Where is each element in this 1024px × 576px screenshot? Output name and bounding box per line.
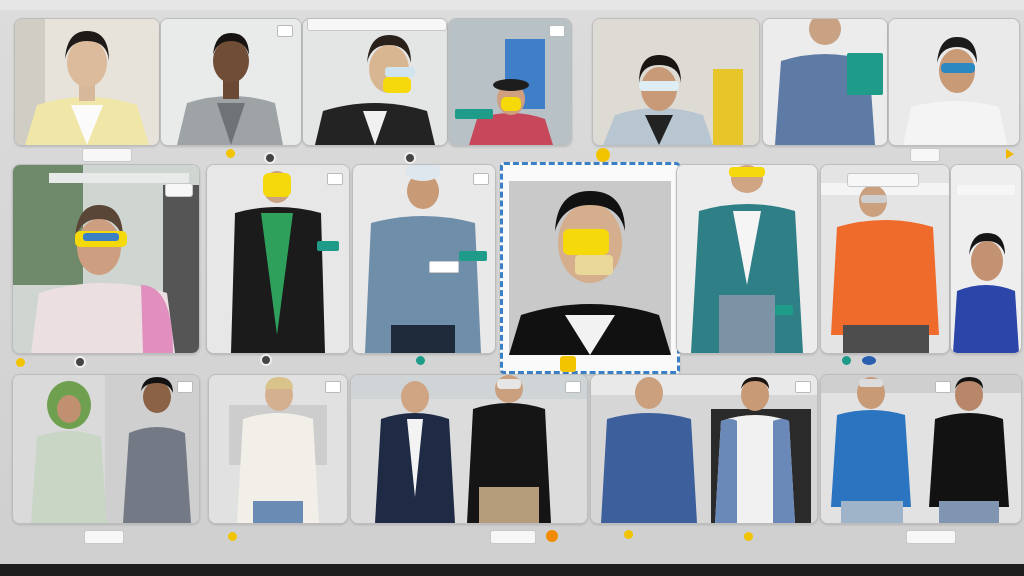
dot-icon[interactable] bbox=[16, 358, 25, 367]
photo-card[interactable] bbox=[590, 374, 818, 524]
card-menu-button[interactable] bbox=[795, 381, 811, 393]
card-menu-button[interactable] bbox=[935, 381, 951, 393]
dot-icon[interactable] bbox=[228, 532, 237, 541]
person-photo bbox=[593, 19, 759, 145]
photo-card[interactable] bbox=[302, 18, 448, 146]
photo-card[interactable] bbox=[888, 18, 1020, 146]
moodboard-canvas bbox=[0, 0, 1024, 576]
person-photo bbox=[13, 375, 199, 523]
person-photo bbox=[951, 165, 1021, 353]
top-toolbar bbox=[0, 0, 1024, 10]
dot-icon[interactable] bbox=[596, 148, 610, 162]
person-photo bbox=[303, 19, 447, 145]
card-menu-button[interactable] bbox=[473, 173, 489, 185]
card-label-chip[interactable] bbox=[165, 183, 193, 197]
photo-card[interactable] bbox=[820, 164, 950, 354]
frame-icon[interactable] bbox=[560, 356, 576, 372]
dot-icon[interactable] bbox=[404, 152, 416, 164]
row-chip[interactable] bbox=[906, 530, 956, 544]
card-tag[interactable] bbox=[317, 241, 339, 251]
photo-card[interactable] bbox=[352, 164, 496, 354]
card-menu-button[interactable] bbox=[325, 381, 341, 393]
dot-icon[interactable] bbox=[260, 354, 272, 366]
photo-card[interactable] bbox=[762, 18, 888, 146]
card-tag[interactable] bbox=[459, 251, 487, 261]
dot-icon[interactable] bbox=[624, 530, 633, 539]
dot-icon[interactable] bbox=[416, 356, 425, 365]
dot-icon[interactable] bbox=[744, 532, 753, 541]
card-label-chip[interactable] bbox=[847, 173, 919, 187]
row-chip[interactable] bbox=[490, 530, 536, 544]
photo-card[interactable] bbox=[12, 374, 200, 524]
selected-photo-card[interactable] bbox=[500, 162, 680, 374]
card-menu-button[interactable] bbox=[277, 25, 293, 37]
photo-card[interactable] bbox=[448, 18, 572, 146]
card-tag[interactable] bbox=[775, 305, 793, 315]
photo-card[interactable] bbox=[950, 164, 1022, 354]
person-photo bbox=[821, 375, 1021, 523]
person-photo bbox=[161, 19, 301, 145]
person-photo bbox=[503, 165, 677, 371]
card-label-chip[interactable] bbox=[307, 19, 447, 31]
row-chip[interactable] bbox=[82, 148, 132, 162]
person-photo bbox=[889, 19, 1019, 145]
card-menu-button[interactable] bbox=[565, 381, 581, 393]
person-photo bbox=[821, 165, 949, 353]
photo-card[interactable] bbox=[206, 164, 350, 354]
photo-card[interactable] bbox=[14, 18, 160, 146]
photo-card[interactable] bbox=[160, 18, 302, 146]
dot-icon[interactable] bbox=[546, 530, 558, 542]
photo-card[interactable] bbox=[676, 164, 818, 354]
dot-icon[interactable] bbox=[226, 149, 235, 158]
card-tag[interactable] bbox=[847, 53, 883, 95]
bottom-strip bbox=[0, 564, 1024, 576]
row-chip[interactable] bbox=[84, 530, 124, 544]
photo-card[interactable] bbox=[208, 374, 348, 524]
photo-card[interactable] bbox=[350, 374, 588, 524]
arrow-right-icon[interactable] bbox=[1006, 149, 1014, 159]
dot-icon[interactable] bbox=[842, 356, 851, 365]
person-photo bbox=[677, 165, 817, 353]
dot-icon[interactable] bbox=[264, 152, 276, 164]
person-photo bbox=[207, 165, 349, 353]
photo-card[interactable] bbox=[820, 374, 1022, 524]
card-tag[interactable] bbox=[429, 261, 459, 273]
dot-icon[interactable] bbox=[74, 356, 86, 368]
card-menu-button[interactable] bbox=[549, 25, 565, 37]
dot-icon[interactable] bbox=[862, 356, 876, 365]
person-photo bbox=[15, 19, 159, 145]
person-photo bbox=[449, 19, 571, 145]
person-photo bbox=[351, 375, 587, 523]
photo-card[interactable] bbox=[12, 164, 200, 354]
card-menu-button[interactable] bbox=[177, 381, 193, 393]
card-menu-button[interactable] bbox=[327, 173, 343, 185]
card-tag[interactable] bbox=[455, 109, 493, 119]
photo-card[interactable] bbox=[592, 18, 760, 146]
person-photo bbox=[591, 375, 817, 523]
person-photo bbox=[209, 375, 347, 523]
row-chip[interactable] bbox=[910, 148, 940, 162]
